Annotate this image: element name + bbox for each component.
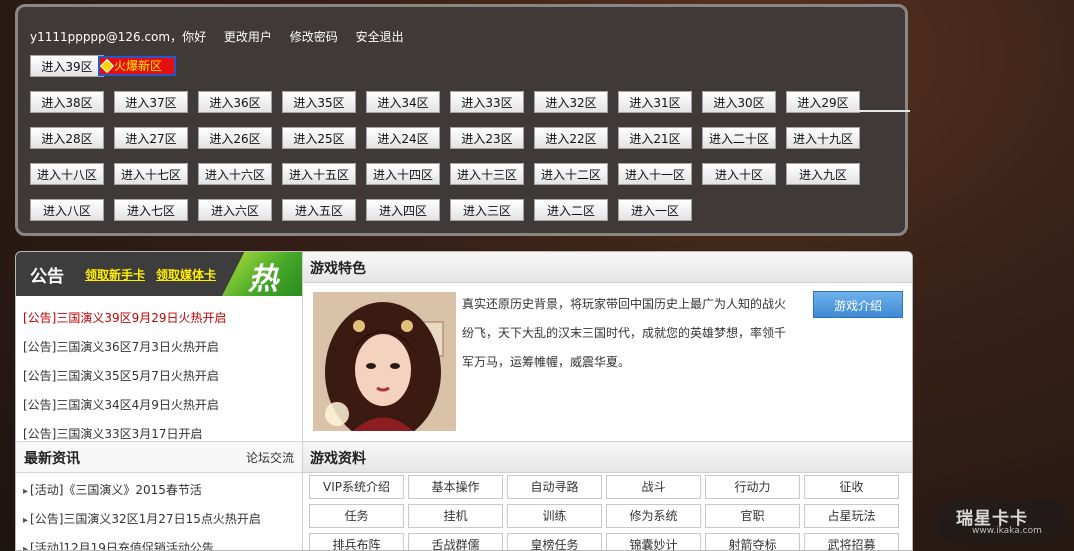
game-data-link[interactable]: 修为系统	[606, 504, 701, 528]
game-data-link[interactable]: 任务	[309, 504, 404, 528]
game-data-link[interactable]: 基本操作	[408, 475, 503, 499]
enter-server-button[interactable]: 进入23区	[450, 127, 524, 149]
enter-server-button[interactable]: 进入六区	[198, 199, 272, 221]
news-item[interactable]: [活动]12月19日充值促销活动公告	[23, 537, 261, 550]
panel-divider-line	[858, 110, 910, 112]
enter-server-button[interactable]: 进入十一区	[618, 163, 692, 185]
enter-server-button[interactable]: 进入三区	[450, 199, 524, 221]
enter-server-button[interactable]: 进入七区	[114, 199, 188, 221]
enter-server-button[interactable]: 进入34区	[366, 91, 440, 113]
enter-server-button[interactable]: 进入29区	[786, 91, 860, 113]
enter-server-button[interactable]: 进入35区	[282, 91, 356, 113]
feature-description: 真实还原历史背景，将玩家带回中国历史上最广为人知的战火纷飞，天下大乱的汉末三国时…	[462, 297, 787, 369]
news-header: 最新资讯 论坛交流	[16, 441, 302, 473]
enter-server-button[interactable]: 进入28区	[30, 127, 104, 149]
game-data-link[interactable]: 行动力	[705, 475, 800, 499]
enter-server-button[interactable]: 进入26区	[198, 127, 272, 149]
forum-link[interactable]: 论坛交流	[246, 449, 294, 466]
enter-server-button[interactable]: 进入30区	[702, 91, 776, 113]
enter-server-39-button[interactable]: 进入39区	[30, 55, 104, 77]
feature-header: 游戏特色	[303, 252, 912, 283]
enter-server-button[interactable]: 进入九区	[786, 163, 860, 185]
newbie-card-link[interactable]: 领取新手卡	[85, 266, 145, 283]
enter-server-button[interactable]: 进入21区	[618, 127, 692, 149]
enter-server-button[interactable]: 进入33区	[450, 91, 524, 113]
game-data-link[interactable]: 自动寻路	[507, 475, 602, 499]
hot-new-server-label: 火爆新区	[114, 59, 163, 73]
feature-title: 游戏特色	[310, 261, 366, 277]
logout-link[interactable]: 安全退出	[356, 30, 404, 44]
enter-server-button[interactable]: 进入24区	[366, 127, 440, 149]
enter-server-button[interactable]: 进入十二区	[534, 163, 608, 185]
enter-server-button[interactable]: 进入27区	[114, 127, 188, 149]
game-data-link[interactable]: 官职	[705, 504, 800, 528]
enter-server-button[interactable]: 进入十九区	[786, 127, 860, 149]
enter-server-button[interactable]: 进入十八区	[30, 163, 104, 185]
enter-server-button[interactable]: 进入十六区	[198, 163, 272, 185]
server-select-panel: y1111ppppp@126.com，你好 更改用户 修改密码 安全退出 进入3…	[15, 4, 908, 236]
enter-server-button[interactable]: 进入二区	[534, 199, 608, 221]
enter-server-button[interactable]: 进入22区	[534, 127, 608, 149]
game-data-link[interactable]: 训练	[507, 504, 602, 528]
enter-server-button[interactable]: 进入八区	[30, 199, 104, 221]
watermark-url: www.ikaka.com	[972, 526, 1042, 536]
main-content: 公告 领取新手卡 领取媒体卡 热 [公告]三国演义39区9月29日火热开启 [公告…	[15, 251, 913, 551]
media-card-link[interactable]: 领取媒体卡	[156, 266, 216, 283]
notice-header: 公告 领取新手卡 领取媒体卡 热	[16, 252, 302, 296]
news-item[interactable]: [活动]《三国演义》2015春节活	[23, 479, 261, 508]
game-data-header: 游戏资料	[303, 441, 912, 473]
enter-server-button[interactable]: 进入十五区	[282, 163, 356, 185]
enter-server-button[interactable]: 进入四区	[366, 199, 440, 221]
enter-server-button[interactable]: 进入36区	[198, 91, 272, 113]
enter-server-button[interactable]: 进入32区	[534, 91, 608, 113]
game-data-link[interactable]: 皇榜任务	[507, 533, 602, 550]
user-bar: y1111ppppp@126.com，你好 更改用户 修改密码 安全退出	[30, 28, 418, 45]
notice-item[interactable]: [公告]三国演义36区7月3日火热开启	[23, 333, 303, 362]
enter-server-button[interactable]: 进入十区	[702, 163, 776, 185]
user-greeting: y1111ppppp@126.com，你好	[30, 30, 207, 44]
enter-server-button[interactable]: 进入十三区	[450, 163, 524, 185]
notice-item[interactable]: [公告]三国演义34区4月9日火热开启	[23, 391, 303, 420]
hot-badge-label: 热	[248, 262, 278, 297]
notice-list: [公告]三国演义39区9月29日火热开启 [公告]三国演义36区7月3日火热开启[…	[23, 304, 303, 449]
change-user-link[interactable]: 更改用户	[224, 30, 272, 44]
game-data-link[interactable]: 射箭夺标	[705, 533, 800, 550]
hot-badge: 热	[222, 252, 302, 296]
enter-server-button[interactable]: 进入十四区	[366, 163, 440, 185]
game-data-link[interactable]: 舌战群儒	[408, 533, 503, 550]
news-item[interactable]: [公告]三国演义32区1月27日15点火热开启	[23, 508, 261, 537]
ikaka-watermark: 瑞星卡卡 www.ikaka.com	[938, 499, 1068, 543]
game-data-link[interactable]: VIP系统介绍	[309, 475, 404, 499]
character-portrait	[313, 292, 456, 431]
game-data-link[interactable]: 排兵布阵	[309, 533, 404, 550]
change-password-link[interactable]: 修改密码	[290, 30, 338, 44]
news-list: [活动]《三国演义》2015春节活[公告]三国演义32区1月27日15点火热开启…	[23, 479, 261, 550]
enter-server-button[interactable]: 进入十七区	[114, 163, 188, 185]
diamond-icon	[99, 58, 115, 74]
enter-server-button[interactable]: 进入38区	[30, 91, 104, 113]
enter-server-button[interactable]: 进入二十区	[702, 127, 776, 149]
portrait-illustration	[313, 292, 456, 431]
column-divider	[302, 252, 303, 550]
news-title: 最新资讯	[24, 451, 80, 467]
game-data-link[interactable]: 占星玩法	[804, 504, 899, 528]
game-data-title: 游戏资料	[310, 451, 366, 467]
notice-item[interactable]: [公告]三国演义39区9月29日火热开启	[23, 304, 303, 333]
game-data-link[interactable]: 征收	[804, 475, 899, 499]
enter-server-button[interactable]: 进入一区	[618, 199, 692, 221]
game-data-link[interactable]: 锦囊妙计	[606, 533, 701, 550]
notice-title: 公告	[30, 267, 64, 287]
notice-item[interactable]: [公告]三国演义35区5月7日火热开启	[23, 362, 303, 391]
game-data-link[interactable]: 战斗	[606, 475, 701, 499]
game-data-link[interactable]: 挂机	[408, 504, 503, 528]
enter-server-button[interactable]: 进入37区	[114, 91, 188, 113]
game-data-link[interactable]: 武将招募	[804, 533, 899, 550]
hot-new-server-badge: 火爆新区	[98, 56, 176, 76]
enter-server-button[interactable]: 进入25区	[282, 127, 356, 149]
enter-server-button[interactable]: 进入五区	[282, 199, 356, 221]
enter-server-button[interactable]: 进入31区	[618, 91, 692, 113]
game-intro-button[interactable]: 游戏介绍	[813, 291, 903, 318]
